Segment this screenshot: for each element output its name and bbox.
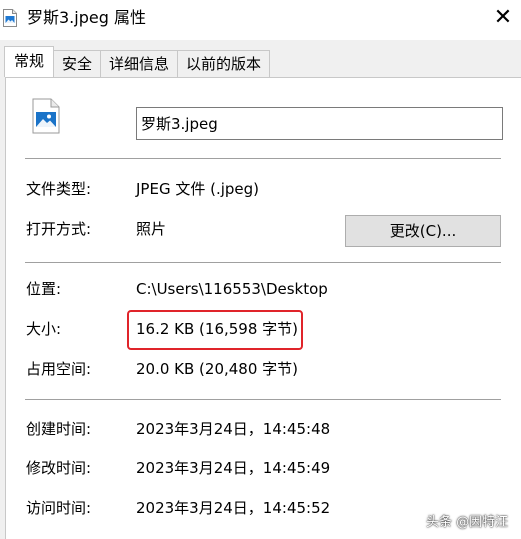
created-label: 创建时间: [26,420,92,438]
open-with-value: 照片 [136,220,167,238]
tab-previous-versions[interactable]: 以前的版本 [177,50,271,77]
file-name-field[interactable] [136,107,503,140]
created-value: 2023年3月24日，14:45:48 [136,420,331,438]
divider [25,262,501,263]
properties-window: 罗斯3.jpeg 属性 ✕ 常规 安全 详细信息 以前的版本 文件类型: JPE… [0,0,521,539]
size-highlight-box [127,310,303,350]
size-on-disk-value: 20.0 KB (20,480 字节) [136,360,299,378]
divider [25,399,501,400]
location-value: C:\Users\116553\Desktop [136,280,328,298]
file-type-label: 文件类型: [26,180,92,198]
image-file-icon [32,98,60,134]
watermark: 头条 @因特汪 [426,515,509,530]
tab-strip: 常规 安全 详细信息 以前的版本 [4,46,271,77]
image-file-icon [3,9,17,27]
divider [25,158,501,159]
size-on-disk-label: 占用空间: [26,360,92,378]
open-with-label: 打开方式: [26,220,92,238]
change-button[interactable]: 更改(C)... [345,215,501,247]
window-title: 罗斯3.jpeg 属性 [27,8,146,27]
title-bar: 罗斯3.jpeg 属性 ✕ [0,0,521,40]
size-label: 大小: [26,320,62,338]
close-button[interactable]: ✕ [488,2,518,32]
tab-general[interactable]: 常规 [4,46,55,77]
tab-details[interactable]: 详细信息 [100,50,179,77]
accessed-value: 2023年3月24日，14:45:52 [136,499,331,517]
tab-security[interactable]: 安全 [53,50,102,77]
close-icon: ✕ [493,4,513,30]
file-type-value: JPEG 文件 (.jpeg) [136,180,260,198]
accessed-label: 访问时间: [26,499,92,517]
modified-value: 2023年3月24日，14:45:49 [136,459,331,477]
location-label: 位置: [26,280,62,298]
modified-label: 修改时间: [26,459,92,477]
